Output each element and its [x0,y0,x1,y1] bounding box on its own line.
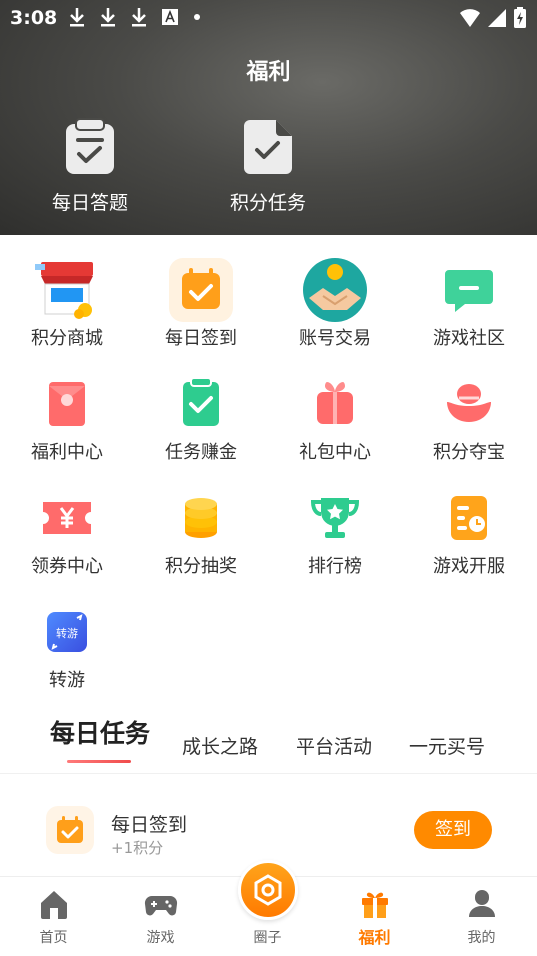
signal-icon [488,9,506,27]
server-clock-icon [437,486,501,550]
grid-item-label: 积分商城 [31,328,103,349]
grid-item-task-earn[interactable]: 任务赚金 [134,372,268,472]
battery-icon [514,7,526,28]
transfer-badge-text: 转游 [56,626,78,640]
grid-item-game-server-open[interactable]: 游戏开服 [402,486,536,586]
status-time: 3:08 [10,7,58,29]
grid-item-label: 游戏开服 [433,556,505,577]
quick-action-points-task[interactable]: 积分任务 [208,118,328,215]
gift-icon [361,892,388,918]
user-icon [468,890,495,917]
points-mall-icon [35,258,99,322]
task-tabs: 每日任务 成长之路 平台活动 一元买号 [0,718,537,774]
circle-center-button[interactable] [238,860,298,920]
home-icon [40,891,67,919]
grid-item-account-trade[interactable]: 账号交易 [268,258,402,358]
nav-label: 游戏 [146,930,175,946]
download-icon [101,8,115,27]
calendar-check-icon [169,258,233,322]
tab-platform-activity[interactable]: 平台活动 [296,732,372,759]
grid-item-welfare-center[interactable]: 福利中心 [0,372,134,472]
tab-active-indicator [67,760,131,763]
font-icon [162,9,178,25]
grid-item-game-community[interactable]: 游戏社区 [402,258,536,358]
grid-item-daily-checkin[interactable]: 每日签到 [134,258,268,358]
nav-mine[interactable]: 我的 [428,877,535,947]
quick-action-daily-quiz[interactable]: 每日答题 [30,118,150,215]
grid-item-label: 排行榜 [308,556,362,577]
grid-item-label: 福利中心 [31,442,103,463]
tab-growth-path[interactable]: 成长之路 [182,732,258,759]
download-icon [70,8,84,27]
quick-action-label: 积分任务 [229,192,306,214]
grid-item-label: 积分抽奖 [165,556,237,577]
grid-item-points-lottery[interactable]: 积分抽奖 [134,486,268,586]
red-envelope-icon [35,372,99,436]
task-check-icon [169,372,233,436]
handshake-coin-icon [303,258,367,322]
nav-label: 首页 [39,930,68,946]
wifi-icon [460,9,480,27]
nav-welfare[interactable]: 福利 [321,877,428,948]
grid-item-coupon-center[interactable]: 领券中心 [0,486,134,586]
chat-bubble-icon [437,258,501,322]
header: 3:08 福利 每日答题 积分任务 [0,0,537,235]
document-check-icon [244,120,292,174]
grid-item-points-mall[interactable]: 积分商城 [0,258,134,358]
grid-item-label: 任务赚金 [165,442,237,463]
clipboard-check-icon [66,118,114,174]
nav-label: 圈子 [253,930,282,946]
task-title: 每日签到 [111,814,188,836]
status-bar: 3:08 [0,0,537,36]
grid-item-gift-center[interactable]: 礼包中心 [268,372,402,472]
status-right [459,7,527,29]
page-title: 福利 [246,60,291,85]
grid-item-label: 转游 [49,670,85,691]
coupon-icon [35,486,99,550]
tab-one-yuan-account[interactable]: 一元买号 [409,732,485,759]
gift-box-icon [303,372,367,436]
transfer-game-icon: 转游 [35,600,99,664]
hexagon-icon [254,874,282,906]
nav-label: 我的 [467,930,496,946]
grid-item-label: 积分夺宝 [433,442,505,463]
grid-item-points-treasure[interactable]: 积分夺宝 [402,372,536,472]
notification-icons [68,6,202,28]
grid-item-leaderboard[interactable]: 排行榜 [268,486,402,586]
task-reward: +1积分 [111,839,164,857]
grid-item-transfer-game[interactable]: 转游 转游 [0,600,134,700]
tab-daily-task[interactable]: 每日任务 [50,714,150,750]
dot-icon [194,14,200,20]
trophy-icon [303,486,367,550]
nav-label: 福利 [358,928,391,947]
quick-action-label: 每日答题 [51,192,128,214]
checkin-button[interactable]: 签到 [414,811,492,849]
treasure-ingot-icon [437,372,501,436]
nav-games[interactable]: 游戏 [107,877,214,947]
gamepad-icon [144,895,177,916]
nav-home[interactable]: 首页 [0,877,107,947]
grid-item-label: 每日签到 [165,328,237,349]
coin-stack-icon [169,486,233,550]
grid-item-label: 礼包中心 [299,442,371,463]
grid-item-label: 游戏社区 [433,328,505,349]
download-icon [132,8,146,27]
grid-item-label: 领券中心 [31,556,103,577]
calendar-check-icon [46,806,94,854]
grid-item-label: 账号交易 [299,328,371,349]
